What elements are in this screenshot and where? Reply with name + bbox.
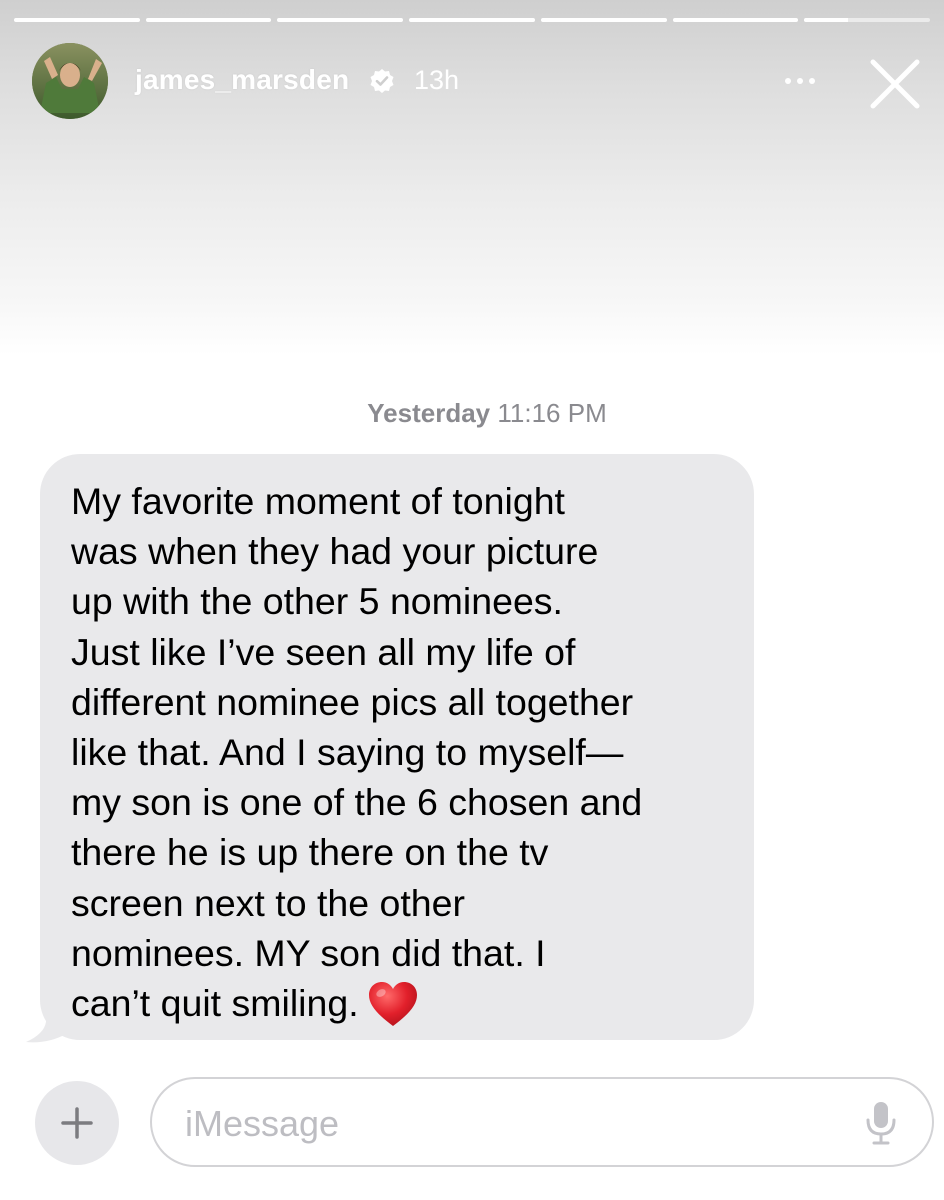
story-time-ago: 13h [414, 65, 460, 95]
close-icon[interactable] [866, 55, 924, 113]
imessage-placeholder: iMessage [185, 1103, 340, 1144]
message-timestamp: Yesterday 11:16 PM [0, 398, 944, 429]
story-progress-fill [409, 18, 535, 22]
story-header: james_marsden 13h [0, 0, 944, 355]
more-dot-icon [785, 78, 791, 84]
story-progress-fill [804, 18, 849, 22]
timestamp-time: 11:16 PM [497, 398, 607, 428]
add-attachment-button[interactable] [35, 1081, 119, 1165]
story-progress-fill [145, 18, 272, 22]
story-progress-segment [14, 18, 140, 22]
more-dot-icon [797, 78, 803, 84]
story-progress-segment [672, 18, 799, 22]
story-progress-fill [540, 18, 667, 22]
timestamp-day: Yesterday [367, 398, 491, 428]
story-progress-bar [14, 18, 931, 22]
story-progress-fill [672, 18, 799, 22]
imessage-input[interactable]: iMessage [150, 1077, 934, 1167]
red-heart-icon [368, 982, 417, 1027]
story-progress-segment [145, 18, 272, 22]
story-progress-fill [277, 18, 404, 22]
microphone-icon[interactable] [864, 1100, 898, 1146]
message-text: My favorite moment of tonight was when t… [71, 480, 643, 1025]
story-progress-fill [14, 18, 140, 22]
story-progress-segment [804, 18, 931, 22]
more-dot-icon [809, 78, 815, 84]
story-progress-segment [540, 18, 667, 22]
plus-icon [61, 1107, 93, 1139]
verified-badge-icon [370, 69, 394, 93]
story-progress-segment [409, 18, 535, 22]
story-progress-segment [277, 18, 404, 22]
received-message-bubble[interactable]: My favorite moment of tonight was when t… [40, 454, 754, 1040]
avatar-image [32, 43, 108, 119]
story-username[interactable]: james_marsden [135, 64, 349, 96]
avatar[interactable] [32, 43, 108, 119]
more-options-button[interactable] [772, 68, 828, 94]
